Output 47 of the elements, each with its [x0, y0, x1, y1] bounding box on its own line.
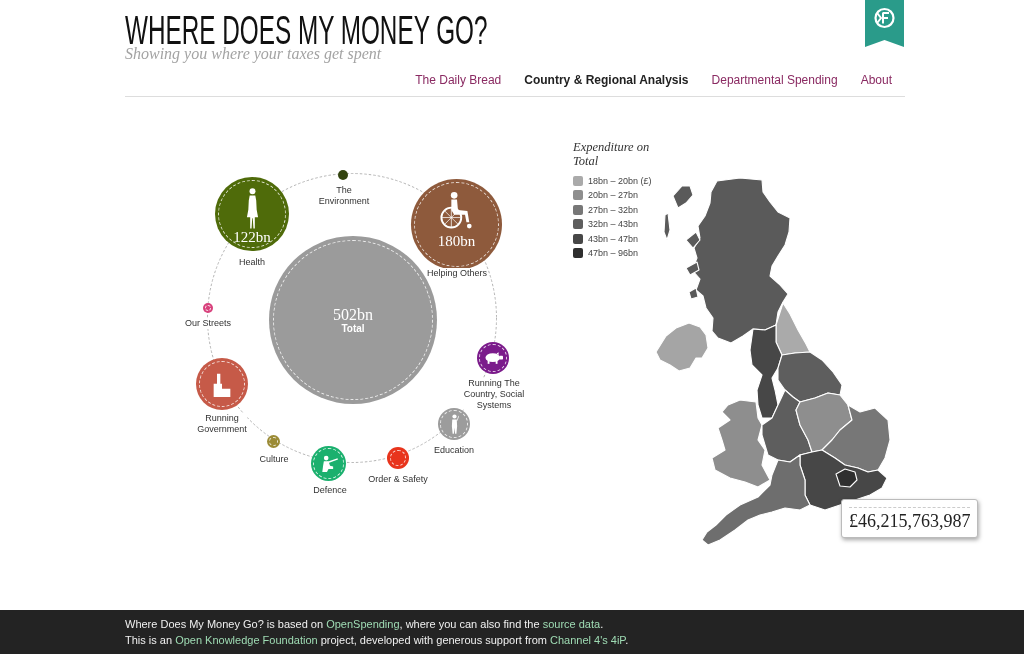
category-bubble[interactable] [196, 358, 248, 410]
factory-icon [212, 371, 232, 397]
pig-icon [483, 352, 503, 364]
legend-label: 20bn – 27bn [588, 190, 639, 201]
nav-link[interactable]: The Daily Bread [415, 73, 502, 87]
kneeling-soldier-icon [319, 455, 338, 472]
category-bubble[interactable]: 122bn [215, 177, 289, 251]
footer-link[interactable]: Channel 4's 4iP [550, 634, 626, 646]
nav-link[interactable]: Country & Regional Analysis [524, 73, 689, 87]
legend-label: 32bn – 43bn [588, 219, 639, 230]
site-tagline: Showing you where your taxes get spent [125, 47, 382, 61]
bubble-label: Total [341, 323, 365, 334]
footer-link[interactable]: OpenSpending [326, 618, 400, 630]
legend-label: 47bn – 96bn [588, 247, 639, 258]
bubble-label: Health [239, 257, 265, 268]
bubble-label: Helping Others [427, 268, 487, 279]
bubble-label: Running The Country, Social Systems [463, 378, 525, 411]
footer-text: Where Does My Money Go? is based on OpenSpending, where you can also find the source data. [125, 617, 605, 632]
legend-label: 18bn – 20bn (£) [588, 176, 652, 186]
category-dot[interactable] [203, 303, 213, 313]
wheelchair-user-icon [439, 191, 474, 229]
bubble-label: Running Government [197, 413, 247, 435]
bubble-label: Education [434, 445, 474, 456]
tooltip-amount: £46,215,763,987 [849, 510, 970, 532]
site-title: WHERE DOES MY MONEY GO? [125, 14, 488, 47]
legend-label: 27bn – 32bn [588, 204, 639, 215]
category-bubble[interactable]: 180bn [411, 179, 502, 270]
bubble-label: The Environment [318, 185, 370, 207]
nav-link[interactable]: About [860, 73, 892, 87]
category-dot[interactable] [267, 435, 280, 448]
legend-label: 43bn – 47bn [588, 233, 639, 244]
standing-figure-icon [449, 414, 459, 434]
bubble-label: Culture [259, 454, 289, 465]
legend-title: Expenditure on Total [573, 140, 651, 168]
woman-figure-icon [245, 187, 259, 229]
bubble-amount: 122bn [233, 230, 271, 245]
bubble-label: Order & Safety [368, 474, 428, 485]
category-dot[interactable] [387, 447, 409, 469]
category-bubble[interactable] [477, 342, 509, 374]
bubble-amount: 180bn [437, 234, 476, 249]
footer-text: This is an Open Knowledge Foundation project, developed with generous support from Channel 4's 4iP. [125, 633, 630, 648]
bubble-amount: 502bn [333, 306, 373, 323]
ribbon-logo-icon[interactable] [865, 0, 904, 47]
nav-link[interactable]: Departmental Spending [711, 73, 838, 87]
bubble-label: Defence [313, 485, 347, 496]
bubble-label: Our Streets [185, 318, 231, 329]
footer-link[interactable]: Open Knowledge Foundation [175, 634, 318, 646]
